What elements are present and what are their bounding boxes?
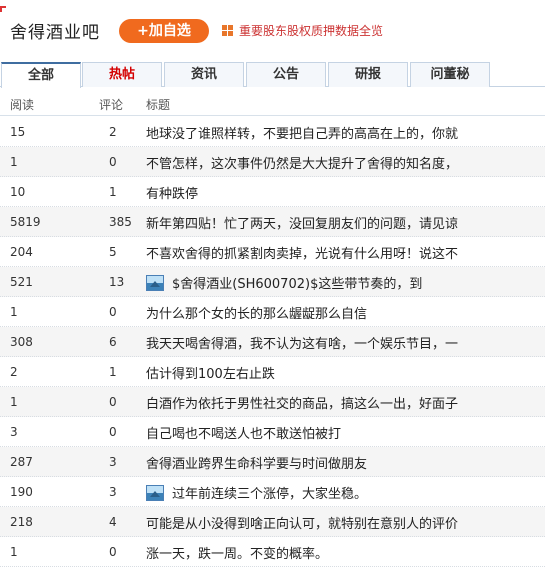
post-title-link[interactable]: 过年前连续三个涨停，大家坐稳。 [172,487,367,502]
table-row: 15 2 地球没了谁照样转，不要把自己弄的高高在上的，你就 [0,117,545,147]
table-row: 1 0 为什么那个女的长的那么龌龊那么自信 [0,297,545,327]
table-row: 521 13 $舍得酒业(SH600702)$这些带节奏的，到 [0,267,545,297]
post-title-cell: 可能是从小没得到啥正向认可，就特别在意别人的评价 [146,513,541,532]
add-to-watchlist-button[interactable]: +加自选 [119,19,209,43]
read-count: 521 [10,275,33,289]
read-count: 190 [10,485,33,499]
table-row: 287 3 舍得酒业跨界生命科学要与时间做朋友 [0,447,545,477]
grid-icon [222,25,233,36]
table-row: 10 1 有种跌停 [0,177,545,207]
post-list: 15 2 地球没了谁照样转，不要把自己弄的高高在上的，你就 1 0 不管怎样，这次事件仍然… [0,117,545,567]
post-title-link[interactable]: 涨一天，跌一周。不变的概率。 [146,547,328,562]
comment-count: 0 [109,155,117,169]
post-title-cell: 我天天喝舍得酒，我不认为这有啥，一个娱乐节目，一 [146,333,541,352]
column-reads[interactable]: 阅读 [10,96,34,113]
comment-count: 3 [109,485,117,499]
post-title-link[interactable]: 白酒作为依托于男性社交的商品，搞这么一出，好面子 [146,397,458,412]
post-title-link[interactable]: 不管怎样，这次事件仍然是大大提升了舍得的知名度， [146,157,458,172]
post-title-link[interactable]: 新年第四贴！忙了两天，没回复朋友们的问题，请见谅 [146,217,458,232]
bar-title: 舍得酒业吧 [10,23,100,43]
bar-header: 舍得酒业吧 +加自选 重要股东股权质押数据全览 [0,0,545,58]
comment-count: 0 [109,305,117,319]
post-title-link[interactable]: $舍得酒业(SH600702)$这些带节奏的，到 [172,277,422,292]
read-count: 218 [10,515,33,529]
corner-mark [0,6,6,12]
post-title-cell: 舍得酒业跨界生命科学要与时间做朋友 [146,453,541,472]
comment-count: 5 [109,245,117,259]
read-count: 204 [10,245,33,259]
post-title-cell: 新年第四贴！忙了两天，没回复朋友们的问题，请见谅 [146,213,541,232]
read-count: 308 [10,335,33,349]
table-row: 2 1 估计得到100左右止跌 [0,357,545,387]
column-comments[interactable]: 评论 [99,96,123,113]
comment-count: 0 [109,425,117,439]
post-title-link[interactable]: 估计得到100左右止跌 [146,367,275,382]
read-count: 1 [10,545,18,559]
post-title-link[interactable]: 自己喝也不喝送人也不敢送怕被打 [146,427,341,442]
comment-count: 6 [109,335,117,349]
post-title-cell: 地球没了谁照样转，不要把自己弄的高高在上的，你就 [146,123,541,142]
read-count: 287 [10,455,33,469]
table-row: 218 4 可能是从小没得到啥正向认可，就特别在意别人的评价 [0,507,545,537]
comment-count: 4 [109,515,117,529]
read-count: 2 [10,365,18,379]
read-count: 15 [10,125,26,139]
post-title-link[interactable]: 有种跌停 [146,187,198,202]
table-row: 190 3 过年前连续三个涨停，大家坐稳。 [0,477,545,507]
post-title-cell: 有种跌停 [146,183,541,202]
read-count: 5819 [10,215,41,229]
comment-count: 3 [109,455,117,469]
post-title-cell: 不管怎样，这次事件仍然是大大提升了舍得的知名度， [146,153,541,172]
post-title-cell: 估计得到100左右止跌 [146,363,541,382]
table-row: 1 0 白酒作为依托于男性社交的商品，搞这么一出，好面子 [0,387,545,417]
comment-count: 2 [109,125,117,139]
pledge-data-link[interactable]: 重要股东股权质押数据全览 [239,22,383,39]
post-title-cell: 过年前连续三个涨停，大家坐稳。 [146,483,541,502]
tab-ask-secretary[interactable]: 问董秘 [410,62,490,87]
post-title-cell: 为什么那个女的长的那么龌龊那么自信 [146,303,541,322]
post-title-cell: 自己喝也不喝送人也不敢送怕被打 [146,423,541,442]
read-count: 3 [10,425,18,439]
comment-count: 0 [109,545,117,559]
read-count: 1 [10,155,18,169]
read-count: 10 [10,185,26,199]
image-icon [146,275,164,291]
tab-all[interactable]: 全部 [1,62,81,88]
table-row: 1 0 涨一天，跌一周。不变的概率。 [0,537,545,567]
tab-announcements[interactable]: 公告 [246,62,326,87]
table-row: 1 0 不管怎样，这次事件仍然是大大提升了舍得的知名度， [0,147,545,177]
tab-hot[interactable]: 热帖 [82,62,162,87]
comment-count: 13 [109,275,125,289]
column-title: 标题 [146,98,171,112]
post-title-cell: 涨一天，跌一周。不变的概率。 [146,543,541,562]
table-row: 204 5 不喜欢舍得的抓紧割肉卖掉，光说有什么用呀！说这不 [0,237,545,267]
post-title-cell: 白酒作为依托于男性社交的商品，搞这么一出，好面子 [146,393,541,412]
post-title-link[interactable]: 可能是从小没得到啥正向认可，就特别在意别人的评价 [146,517,458,532]
table-row: 3 0 自己喝也不喝送人也不敢送怕被打 [0,417,545,447]
post-title-cell: 不喜欢舍得的抓紧割肉卖掉，光说有什么用呀！说这不 [146,243,541,262]
post-title-link[interactable]: 我天天喝舍得酒，我不认为这有啥，一个娱乐节目，一 [146,337,458,352]
table-header: 阅读 评论 标题 [0,88,545,116]
comment-count: 385 [109,215,132,229]
post-title-link[interactable]: 舍得酒业跨界生命科学要与时间做朋友 [146,457,367,472]
table-row: 308 6 我天天喝舍得酒，我不认为这有啥，一个娱乐节目，一 [0,327,545,357]
comment-count: 0 [109,395,117,409]
tab-news[interactable]: 资讯 [164,62,244,87]
comment-count: 1 [109,185,117,199]
post-title-link[interactable]: 地球没了谁照样转，不要把自己弄的高高在上的，你就 [146,127,458,142]
tab-bar: 全部 热帖 资讯 公告 研报 问董秘 [0,62,545,88]
image-icon [146,485,164,501]
tab-research[interactable]: 研报 [328,62,408,87]
table-row: 5819 385 新年第四贴！忙了两天，没回复朋友们的问题，请见谅 [0,207,545,237]
post-title-link[interactable]: 为什么那个女的长的那么龌龊那么自信 [146,307,367,322]
read-count: 1 [10,395,18,409]
read-count: 1 [10,305,18,319]
post-title-cell: $舍得酒业(SH600702)$这些带节奏的，到 [146,273,541,292]
post-title-link[interactable]: 不喜欢舍得的抓紧割肉卖掉，光说有什么用呀！说这不 [146,247,458,262]
comment-count: 1 [109,365,117,379]
